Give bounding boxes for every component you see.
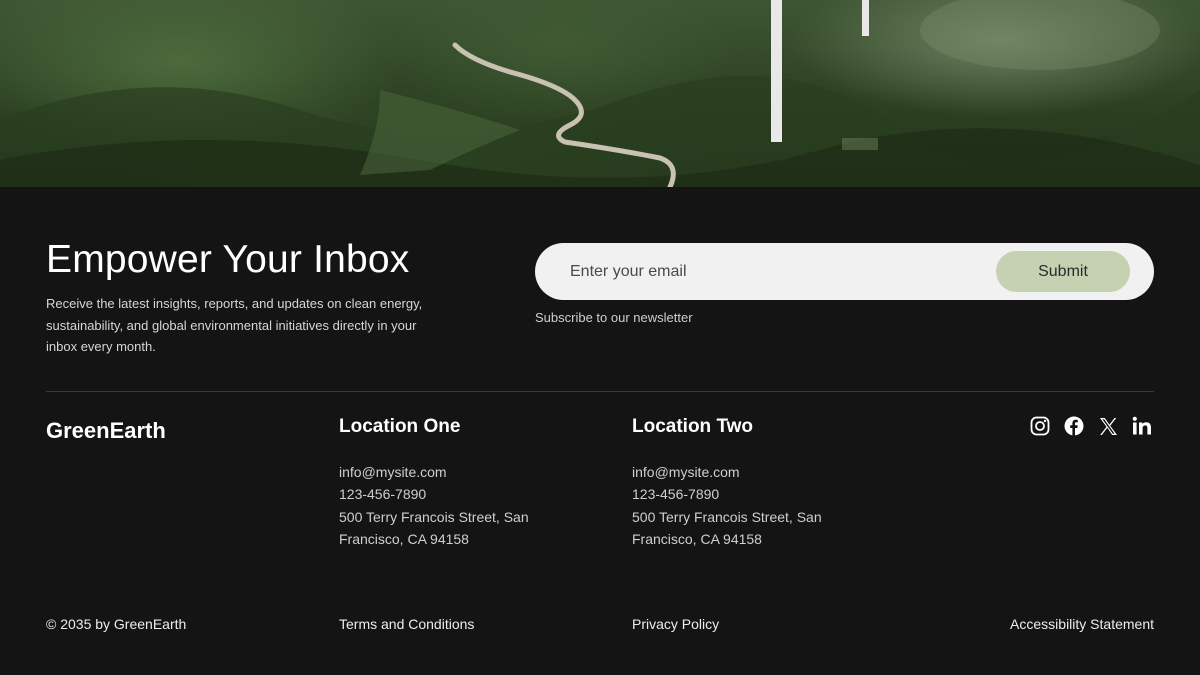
linkedin-icon[interactable]	[1132, 414, 1152, 438]
x-icon[interactable]	[1098, 414, 1118, 438]
subscribe-caption: Subscribe to our newsletter	[535, 310, 693, 325]
location-address-line1: 500 Terry Francois Street, San	[339, 508, 529, 525]
terms-link[interactable]: Terms and Conditions	[339, 616, 474, 632]
footer-divider	[46, 391, 1154, 392]
facebook-icon[interactable]	[1064, 414, 1084, 438]
brand-logo-text[interactable]: GreenEarth	[46, 418, 166, 444]
submit-button[interactable]: Submit	[996, 251, 1130, 292]
accessibility-statement-link[interactable]: Accessibility Statement	[1010, 616, 1154, 632]
newsletter-title: Empower Your Inbox	[46, 238, 410, 281]
location-one: Location One info@mysite.com 123-456-789…	[339, 416, 529, 550]
privacy-policy-link[interactable]: Privacy Policy	[632, 616, 719, 632]
landscape-scene	[0, 0, 1200, 187]
location-address-line1: 500 Terry Francois Street, San	[632, 508, 822, 525]
instagram-icon[interactable]	[1030, 414, 1050, 438]
location-title: Location One	[339, 416, 461, 437]
location-two: Location Two info@mysite.com 123-456-789…	[632, 416, 822, 550]
location-email[interactable]: info@mysite.com	[339, 461, 529, 483]
email-input[interactable]	[570, 243, 990, 300]
location-title: Location Two	[632, 416, 754, 437]
social-links	[1030, 414, 1152, 438]
location-address-line2: Francisco, CA 94158	[632, 530, 762, 547]
location-phone: 123-456-7890	[339, 486, 427, 503]
location-address-line2: Francisco, CA 94158	[339, 530, 469, 547]
location-phone: 123-456-7890	[632, 486, 720, 503]
copyright-text: © 2035 by GreenEarth	[46, 616, 187, 632]
newsletter-form: Submit	[535, 243, 1154, 300]
newsletter-description: Receive the latest insights, reports, an…	[46, 296, 423, 354]
location-email[interactable]: info@mysite.com	[632, 461, 822, 483]
hero-landscape-image	[0, 0, 1200, 187]
